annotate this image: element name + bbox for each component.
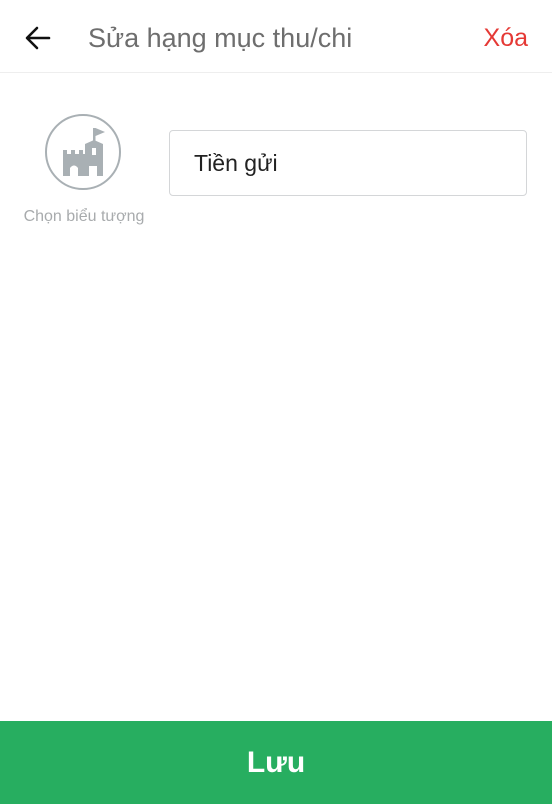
edit-category-screen: Sửa hạng mục thu/chi Xóa Chọn biểu tượng… (0, 0, 552, 804)
castle-icon (63, 128, 105, 176)
icon-caption: Chọn biểu tượng (23, 208, 145, 225)
arrow-left-icon (25, 26, 51, 50)
back-button[interactable] (18, 18, 58, 58)
icon-preview[interactable] (45, 114, 121, 190)
category-name-input[interactable] (169, 130, 527, 196)
app-bar: Sửa hạng mục thu/chi Xóa (0, 0, 552, 73)
page-title: Sửa hạng mục thu/chi (88, 23, 353, 53)
delete-button[interactable]: Xóa (484, 20, 528, 56)
save-button[interactable]: Lưu (0, 721, 552, 804)
